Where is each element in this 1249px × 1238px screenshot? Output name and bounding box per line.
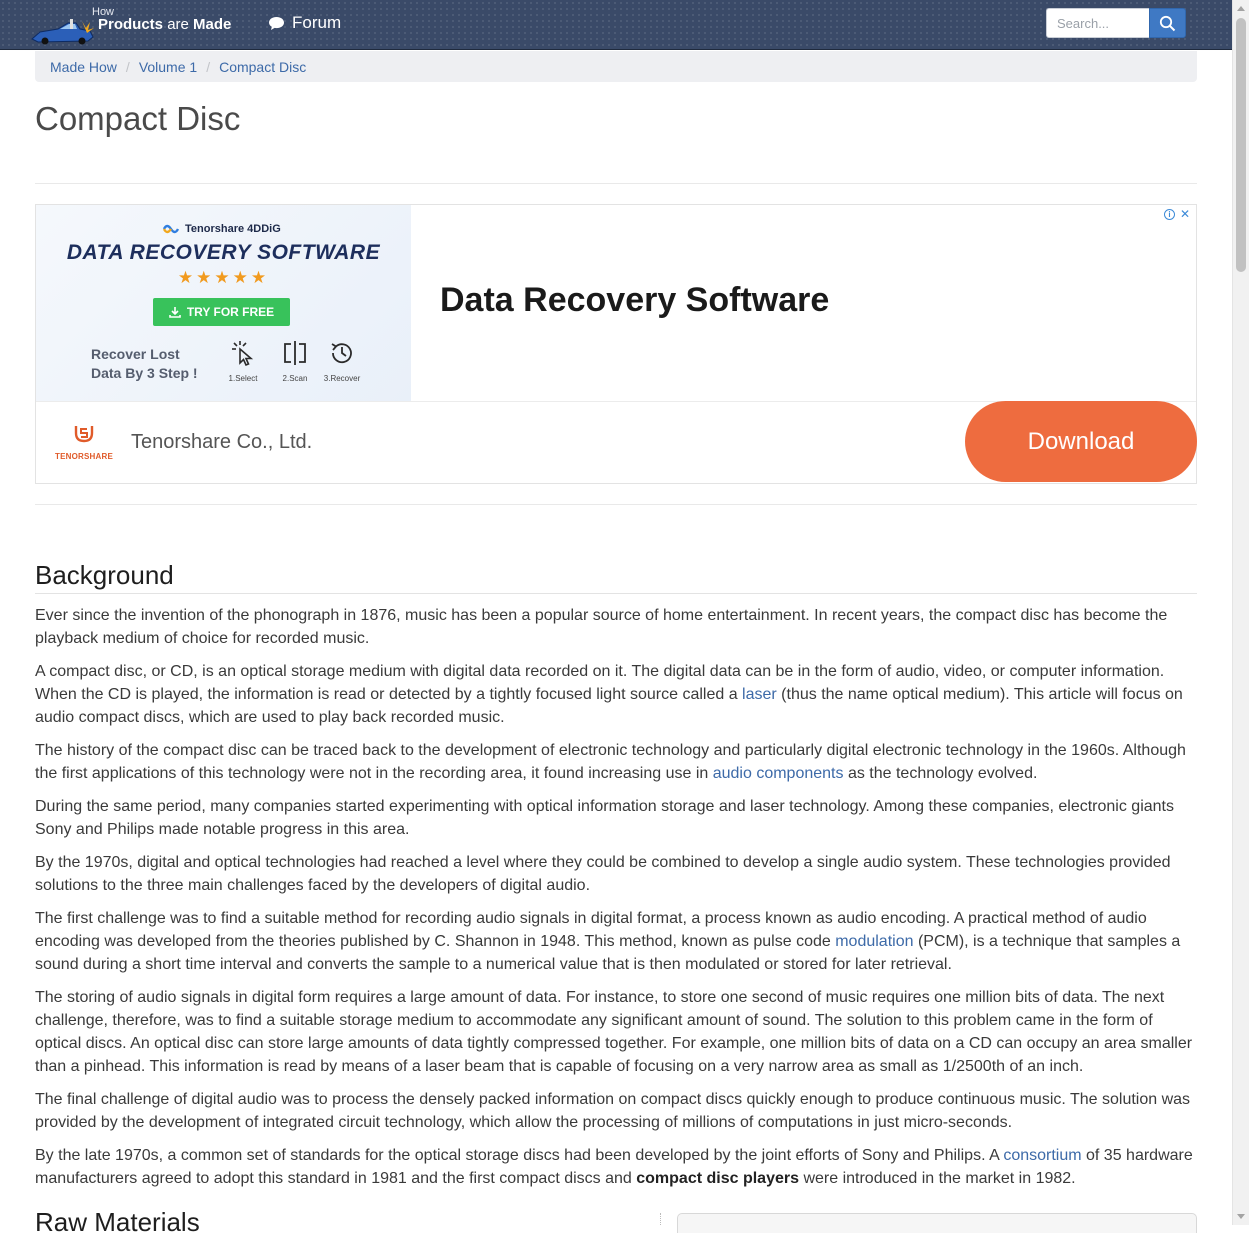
link-audio-components[interactable]: audio components: [713, 765, 844, 782]
ad-step-recover: 3.Recover: [317, 339, 367, 383]
bold-term: compact disc players: [636, 1170, 799, 1187]
breadcrumb-compact-disc[interactable]: Compact Disc: [219, 59, 306, 75]
title-divider: [35, 183, 1197, 184]
forum-label: Forum: [292, 13, 342, 32]
breadcrumb-volume-1[interactable]: Volume 1: [139, 59, 197, 75]
link-consortium[interactable]: consortium: [1003, 1147, 1081, 1164]
section-heading-raw-materials: Raw Materials: [35, 1207, 200, 1237]
ad-banner-headline: DATA RECOVERY SOFTWARE: [66, 241, 381, 264]
download-icon: [169, 307, 181, 318]
ad-step-label: 2.Scan: [282, 374, 308, 383]
article-paragraph: Ever since the invention of the phonogra…: [35, 607, 1168, 647]
text-segment: By the late 1970s, a common set of stand…: [35, 1147, 1004, 1164]
breadcrumb: Made How / Volume 1 / Compact Disc: [35, 51, 1197, 82]
ad-step-select: 1.Select: [218, 339, 268, 383]
ad-info-icon[interactable]: i: [1163, 208, 1175, 220]
scan-icon: [284, 341, 306, 365]
link-laser[interactable]: laser: [742, 686, 777, 703]
page-scrollbar[interactable]: [1232, 0, 1249, 1225]
ad-download-button[interactable]: Download: [965, 401, 1197, 482]
section-heading-background: Background: [35, 560, 174, 590]
ad-brand: Tenorshare 4DDiG: [162, 222, 281, 236]
ad-brand-name: Tenorshare 4DDiG: [185, 223, 281, 235]
ad-try-free-label: TRY FOR FREE: [186, 305, 275, 319]
forum-link[interactable]: Forum: [268, 13, 341, 33]
sidebar-panel: [677, 1213, 1197, 1233]
ad-company-logo[interactable]: TENORSHARE: [54, 424, 114, 461]
article-paragraph: The first challenge was to find a suitab…: [35, 907, 1197, 976]
text-segment: as the technology evolved.: [843, 765, 1038, 782]
top-navbar: How Products are Made Forum: [0, 0, 1232, 50]
article-paragraph: The history of the compact disc can be t…: [35, 739, 1197, 785]
article-paragraph: The final challenge of digital audio was…: [35, 1091, 1191, 1131]
article-paragraph: By the late 1970s, a common set of stand…: [35, 1144, 1197, 1190]
ad-try-free-button[interactable]: TRY FOR FREE: [153, 298, 290, 326]
race-car-logo-icon: [31, 19, 94, 45]
chat-bubble-icon: [269, 16, 284, 30]
site-logo[interactable]: How Products are Made: [30, 5, 231, 45]
search-input[interactable]: [1046, 8, 1149, 38]
breadcrumb-made-how[interactable]: Made How: [50, 59, 117, 75]
cursor-click-icon: [232, 341, 254, 367]
ad-recover-text: Recover Lost Data By 3 Step !: [91, 346, 198, 381]
logo-products-text: Products: [98, 16, 164, 33]
link-modulation[interactable]: modulation: [835, 933, 913, 950]
section-rule: [35, 593, 1197, 594]
ad-company-logo-text: TENORSHARE: [54, 452, 113, 461]
ad-step-scan: 2.Scan: [270, 339, 320, 383]
ad-step-label: 1.Select: [228, 374, 258, 383]
ad-banner-image[interactable]: Tenorshare 4DDiG DATA RECOVERY SOFTWARE …: [36, 205, 411, 401]
tenorshare-4ddig-logo-icon: [162, 224, 180, 234]
scroll-up-arrow-icon[interactable]: [1237, 6, 1245, 11]
article-paragraph: A compact disc, or CD, is an optical sto…: [35, 660, 1197, 729]
breadcrumb-separator: /: [206, 58, 211, 75]
scroll-down-arrow-icon[interactable]: [1237, 1214, 1245, 1219]
article-body: Ever since the invention of the phonogra…: [35, 604, 1197, 1200]
tenorshare-logo-icon: [74, 426, 94, 443]
ad-rating-stars: ★★★★★: [177, 268, 270, 287]
logo-are-text: are: [167, 16, 189, 33]
text-segment: were introduced in the market in 1982.: [799, 1170, 1076, 1187]
article-paragraph: During the same period, many companies s…: [35, 798, 1174, 838]
logo-title: Products are Made: [98, 16, 231, 34]
search-button[interactable]: [1149, 8, 1186, 38]
ad-company-name[interactable]: Tenorshare Co., Ltd.: [131, 431, 312, 454]
ad-bottom-divider: [35, 504, 1197, 505]
logo-made-text: Made: [193, 16, 232, 33]
history-clock-icon: [331, 343, 352, 364]
article-paragraph: By the 1970s, digital and optical techno…: [35, 854, 1171, 894]
advertisement[interactable]: Tenorshare 4DDiG DATA RECOVERY SOFTWARE …: [35, 204, 1197, 484]
ad-headline[interactable]: Data Recovery Software: [440, 281, 829, 320]
ad-choices[interactable]: i ✕: [1163, 207, 1190, 221]
column-separator: [660, 1213, 661, 1225]
ad-step-label: 3.Recover: [323, 374, 361, 383]
search-icon: [1159, 15, 1176, 31]
ad-close-icon[interactable]: ✕: [1180, 207, 1190, 221]
page-title: Compact Disc: [35, 100, 241, 137]
breadcrumb-separator: /: [125, 58, 130, 75]
article-paragraph: The storing of audio signals in digital …: [35, 989, 1193, 1075]
scrollbar-thumb[interactable]: [1236, 18, 1246, 272]
